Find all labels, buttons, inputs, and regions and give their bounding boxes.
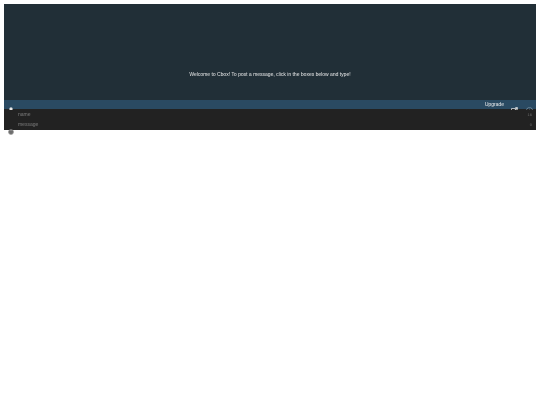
toolbar: Upgrade xyxy=(4,100,536,114)
message-char-counter: 0 xyxy=(529,122,532,127)
name-char-counter: 16 xyxy=(527,112,532,117)
info-icon[interactable] xyxy=(526,101,533,114)
external-link-icon[interactable] xyxy=(511,101,518,114)
message-input[interactable] xyxy=(18,120,523,130)
name-row: 16 xyxy=(4,110,536,119)
message-row: 0 xyxy=(4,120,536,135)
user-icon[interactable] xyxy=(8,101,14,114)
message-area: Welcome to Cbox! To post a message, clic… xyxy=(4,4,536,100)
welcome-message: Welcome to Cbox! To post a message, clic… xyxy=(189,72,351,78)
upgrade-link[interactable]: Upgrade xyxy=(485,102,504,108)
name-input[interactable] xyxy=(18,110,523,119)
smiley-icon[interactable] xyxy=(8,122,14,135)
cbox-widget: Welcome to Cbox! To post a message, clic… xyxy=(4,4,536,135)
